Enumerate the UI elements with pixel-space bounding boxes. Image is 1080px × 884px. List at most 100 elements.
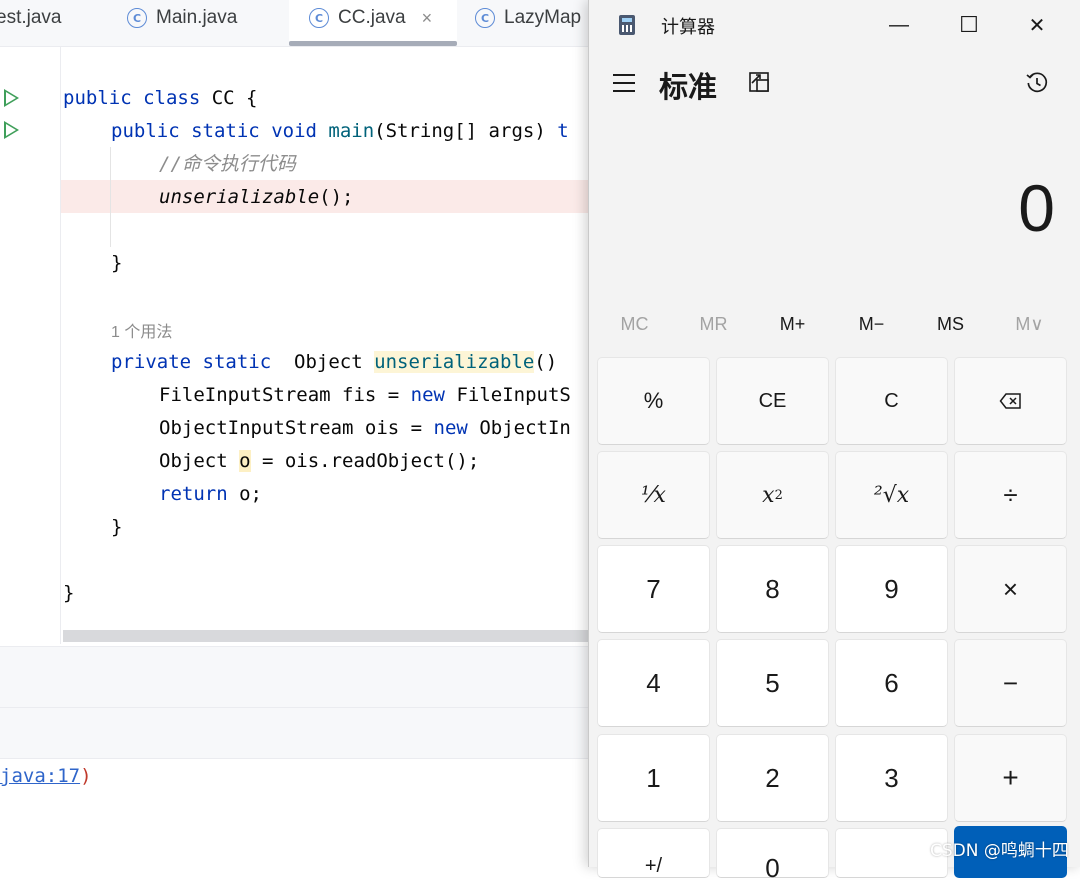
ide-window: est.java C Main.java C CC.java × C LazyM… [0, 0, 600, 867]
code-comment: //命令执行代码 [159, 153, 296, 175]
digit-4-button[interactable]: 4 [597, 639, 710, 727]
method-call: unserializable [159, 186, 320, 208]
panel-header [0, 647, 600, 708]
window-title: 计算器 [661, 17, 715, 38]
backspace-icon [999, 393, 1021, 409]
digit-2-button[interactable]: 2 [716, 734, 829, 822]
keyword: void [271, 120, 317, 142]
multiply-button[interactable]: × [954, 545, 1067, 633]
usage-hint[interactable]: 1 个用法 [111, 318, 172, 342]
backspace-button[interactable] [954, 357, 1067, 445]
square-exponent: 2 [774, 487, 783, 503]
square-button[interactable]: x2 [716, 451, 829, 539]
method-name: unserializable [374, 351, 535, 373]
divide-button[interactable]: ÷ [954, 451, 1067, 539]
code-line-12: return o; [159, 478, 262, 511]
code-line-15: } [63, 582, 75, 604]
maximize-button[interactable]: ☐ [935, 0, 1003, 50]
close-button[interactable]: ✕ [1003, 0, 1071, 50]
code-text: o; [227, 483, 262, 505]
console-output-line: java:17) [0, 765, 92, 787]
run-main-icon[interactable] [4, 121, 19, 139]
code-text: FileInputStream fis = [159, 384, 411, 406]
memory-clear-button[interactable]: MC [595, 305, 674, 343]
keyword: new [433, 417, 468, 439]
memory-add-button[interactable]: M+ [753, 305, 832, 343]
keyword: class [143, 87, 201, 109]
close-tab-icon[interactable]: × [422, 8, 433, 29]
digit-8-button[interactable]: 8 [716, 545, 829, 633]
keyword: public [111, 120, 180, 142]
code-text: ObjectIn [467, 417, 571, 439]
digit-6-button[interactable]: 6 [835, 639, 948, 727]
tab-est-java[interactable]: est.java [0, 0, 61, 36]
memory-recall-button[interactable]: MR [674, 305, 753, 343]
reciprocal-button[interactable]: ⅟x [597, 451, 710, 539]
negate-button[interactable]: +/ [597, 828, 710, 878]
memory-store-button[interactable]: MS [911, 305, 990, 343]
tab-label: LazyMap [504, 7, 582, 28]
minimize-button[interactable]: — [865, 0, 933, 50]
digit-7-button[interactable]: 7 [597, 545, 710, 633]
square-root-button[interactable]: ²√x [835, 451, 948, 539]
class-icon: C [309, 8, 329, 28]
code-text: Object [271, 351, 375, 373]
keyword: public [63, 87, 132, 109]
tab-main-java[interactable]: C Main.java [127, 0, 237, 36]
keyword: private [111, 351, 192, 373]
panel-toolbar [0, 708, 600, 759]
mode-title: 标准 [659, 70, 718, 104]
keyword: static [202, 351, 272, 373]
horizontal-scrollbar[interactable] [63, 630, 600, 642]
memory-subtract-button[interactable]: M− [832, 305, 911, 343]
code-text: FileInputS [445, 384, 571, 406]
subtract-button[interactable]: − [954, 639, 1067, 727]
title-bar[interactable]: 计算器 — ☐ ✕ [589, 0, 1080, 50]
calculator-window: 计算器 — ☐ ✕ 标准 0 MC MR M+ M− MS M∨ % CE C … [588, 0, 1080, 883]
digit-0-button[interactable]: 0 [716, 828, 829, 883]
code-line-4: unserializable(); [159, 181, 353, 214]
code-line-11: Object o = ois.readObject(); [159, 445, 479, 478]
menu-icon[interactable] [613, 74, 635, 92]
digit-3-button[interactable]: 3 [835, 734, 948, 822]
keep-on-top-icon[interactable] [748, 71, 770, 93]
method-name: main [328, 120, 375, 142]
tab-label: CC.java [338, 7, 406, 28]
clear-button[interactable]: C [835, 357, 948, 445]
digit-1-button[interactable]: 1 [597, 734, 710, 822]
percent-button[interactable]: % [597, 357, 710, 445]
add-button[interactable]: + [954, 734, 1067, 822]
bottom-panel: java:17) [0, 646, 600, 867]
code-text: = ois.readObject(); [250, 450, 480, 472]
run-class-icon[interactable] [4, 89, 19, 107]
square-base: x [762, 482, 775, 508]
keyword: static [191, 120, 260, 142]
square-root-label: ²√x [873, 482, 910, 508]
tab-label: Main.java [156, 7, 238, 28]
stacktrace-link[interactable]: java:17 [0, 765, 80, 787]
memory-row: MC MR M+ M− MS M∨ [595, 305, 1075, 343]
code-line-9: FileInputStream fis = new FileInputS [159, 379, 571, 412]
editor-tab-bar: est.java C Main.java C CC.java × C LazyM… [0, 0, 600, 47]
code-line-13: } [111, 516, 123, 538]
clear-entry-button[interactable]: CE [716, 357, 829, 445]
keyword: return [159, 483, 228, 505]
code-line-6: } [111, 252, 123, 274]
indent-guide [110, 147, 111, 247]
digit-9-button[interactable]: 9 [835, 545, 948, 633]
csdn-watermark: CSDN @鸣蜩十四 [930, 841, 1069, 861]
digit-5-button[interactable]: 5 [716, 639, 829, 727]
result-display: 0 [1018, 171, 1055, 245]
code-text: Object [159, 450, 240, 472]
tab-cc-java[interactable]: C CC.java × [309, 0, 432, 36]
memory-list-button[interactable]: M∨ [990, 305, 1069, 343]
tab-label: est.java [0, 7, 62, 28]
class-icon: C [475, 8, 495, 28]
tab-lazymap[interactable]: C LazyMap [475, 0, 581, 36]
code-text: () [534, 351, 558, 373]
code-line-10: ObjectInputStream ois = new ObjectIn [159, 412, 571, 445]
code-text: ObjectInputStream ois = [159, 417, 434, 439]
console-text: ) [80, 765, 92, 787]
code-text: (String[] args) [374, 120, 558, 142]
history-icon[interactable] [1025, 71, 1049, 95]
